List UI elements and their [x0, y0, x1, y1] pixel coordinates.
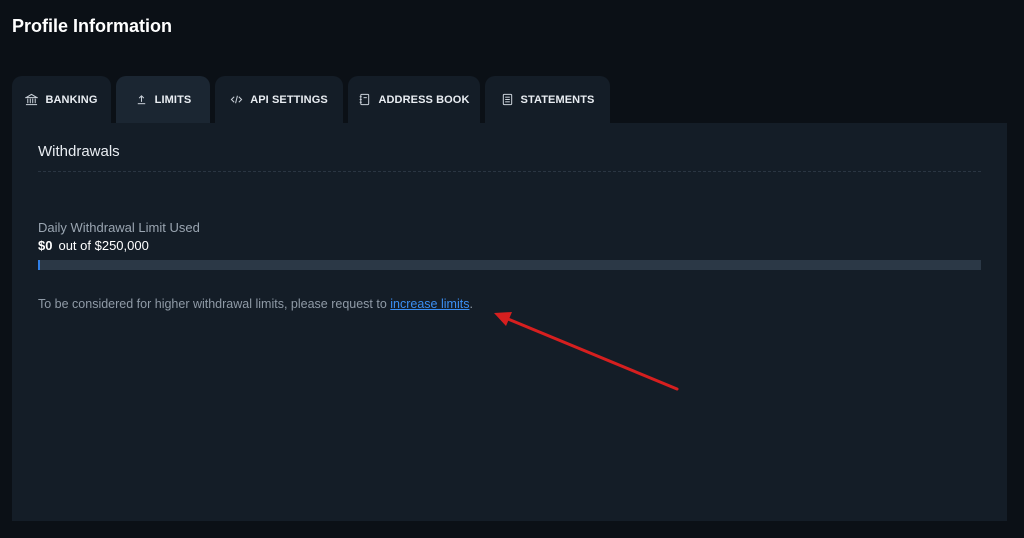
withdrawals-heading: Withdrawals [38, 143, 120, 160]
address-book-icon [358, 93, 371, 106]
limit-total-text: out of $250,000 [58, 238, 149, 253]
note-suffix: . [469, 297, 473, 311]
tab-banking-label: BANKING [45, 93, 98, 106]
upload-icon [135, 93, 148, 106]
tab-address-book-label: ADDRESS BOOK [378, 93, 470, 106]
daily-limit-values: $0 out of $250,000 [38, 238, 149, 253]
tab-banking[interactable]: BANKING [12, 76, 111, 123]
limit-used-amount: $0 [38, 238, 53, 253]
section-divider [38, 171, 981, 172]
note-prefix: To be considered for higher withdrawal l… [38, 297, 391, 311]
tab-limits-label: LIMITS [154, 93, 192, 106]
document-icon [501, 93, 514, 106]
increase-limits-link[interactable]: increase limits [390, 297, 469, 311]
limits-panel: Withdrawals Daily Withdrawal Limit Used … [12, 123, 1007, 521]
tab-statements[interactable]: STATEMENTS [485, 76, 610, 123]
bank-icon [25, 93, 39, 106]
withdrawal-progress-fill [38, 260, 40, 270]
increase-limits-note: To be considered for higher withdrawal l… [38, 297, 473, 311]
page-title: Profile Information [12, 16, 173, 36]
code-icon [230, 93, 243, 106]
daily-limit-label: Daily Withdrawal Limit Used [38, 220, 200, 235]
tab-address-book[interactable]: ADDRESS BOOK [348, 76, 480, 123]
tab-api-settings-label: API SETTINGS [250, 93, 328, 106]
tab-statements-label: STATEMENTS [520, 93, 595, 106]
tab-api-settings[interactable]: API SETTINGS [215, 76, 343, 123]
withdrawal-progress-bar [38, 260, 981, 270]
tab-limits[interactable]: LIMITS [116, 76, 210, 123]
